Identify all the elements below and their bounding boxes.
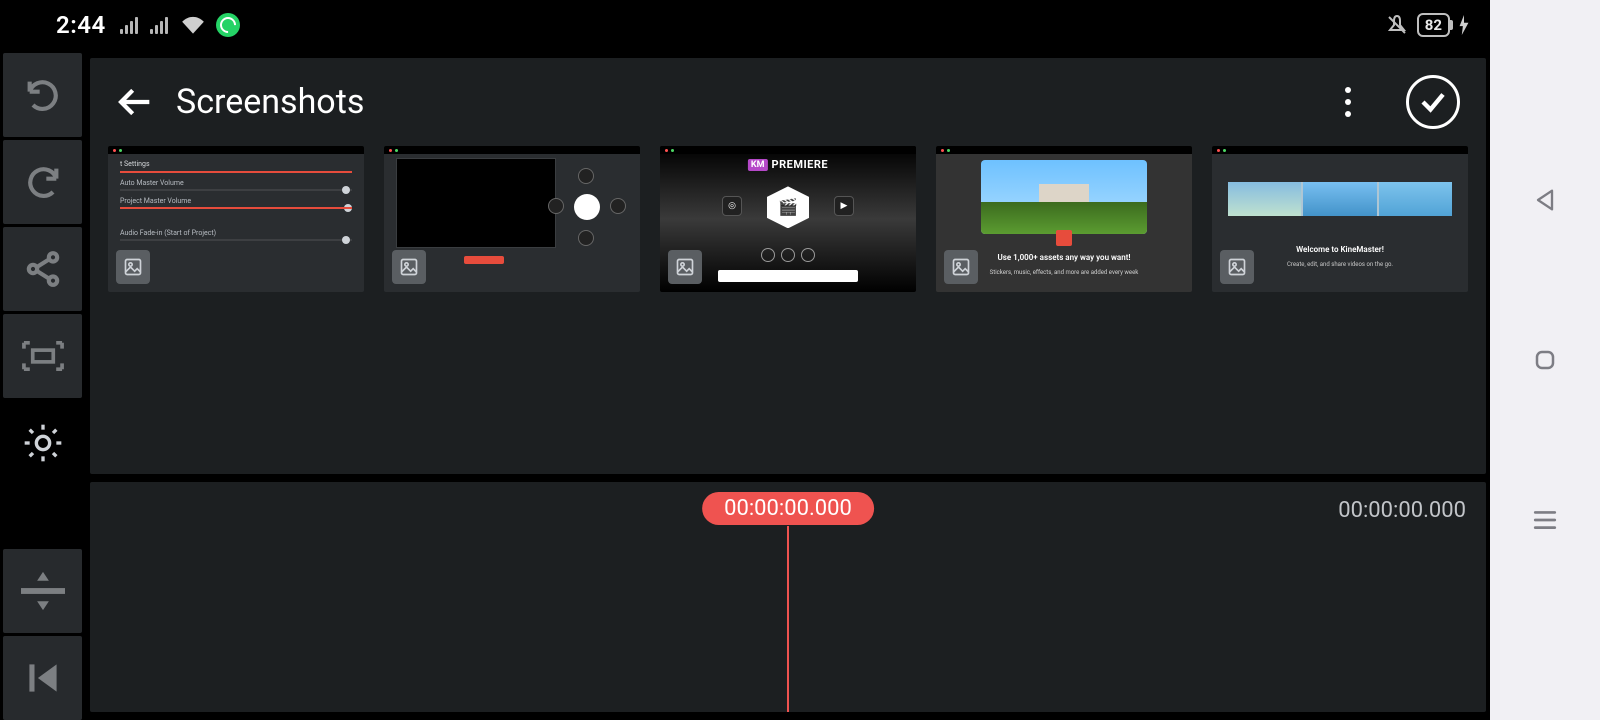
image-type-icon	[392, 250, 426, 284]
timeline[interactable]: 00:00:00.000 00:00:00.000	[90, 482, 1486, 712]
browser-header: Screenshots	[90, 58, 1486, 146]
playhead-line	[787, 526, 789, 712]
app-screen: 2:44 82	[0, 0, 1490, 720]
image-type-icon	[944, 250, 978, 284]
left-toolbar	[0, 50, 82, 720]
capture-button[interactable]	[3, 314, 82, 398]
total-duration: 00:00:00.000	[1338, 498, 1466, 523]
media-thumbnail[interactable]	[384, 146, 640, 292]
nav-home-button[interactable]	[1525, 340, 1565, 380]
settings-button[interactable]	[3, 401, 82, 485]
thumbnail-row: t Settings Auto Master Volume Project Ma…	[90, 146, 1486, 292]
media-thumbnail[interactable]: Use 1,000+ assets any way you want! Stic…	[936, 146, 1192, 292]
image-type-icon	[668, 250, 702, 284]
charging-icon	[1458, 15, 1470, 35]
battery-level: 82	[1425, 16, 1442, 34]
jump-start-button[interactable]	[3, 636, 82, 720]
signal-icon-1	[120, 16, 140, 34]
editor-app: Screenshots t Settings	[0, 50, 1490, 720]
media-thumbnail[interactable]: t Settings Auto Master Volume Project Ma…	[108, 146, 364, 292]
media-browser: Screenshots t Settings	[90, 58, 1486, 474]
nav-recents-button[interactable]	[1525, 500, 1565, 540]
more-options-button[interactable]	[1328, 82, 1368, 122]
media-thumbnail[interactable]: Welcome to KineMaster! Create, edit, and…	[1212, 146, 1468, 292]
media-thumbnail[interactable]: KMPREMIERE 🎬 ◎ ▶	[660, 146, 916, 292]
status-left: 2:44	[20, 11, 240, 39]
status-bar: 2:44 82	[0, 0, 1490, 50]
browser-title: Screenshots	[176, 82, 364, 122]
status-right: 82	[1385, 13, 1470, 37]
share-button[interactable]	[3, 227, 82, 311]
undo-button[interactable]	[3, 53, 82, 137]
back-button[interactable]	[116, 82, 156, 122]
mute-icon	[1385, 13, 1409, 37]
wifi-icon	[180, 15, 206, 35]
clock: 2:44	[56, 11, 106, 39]
main-area: Screenshots t Settings	[82, 50, 1490, 720]
track-align-button[interactable]	[3, 549, 82, 633]
whatsapp-icon	[216, 13, 240, 37]
image-type-icon	[116, 250, 150, 284]
nav-back-button[interactable]	[1525, 180, 1565, 220]
redo-button[interactable]	[3, 140, 82, 224]
signal-icon-2	[150, 16, 170, 34]
system-nav-bar	[1490, 0, 1600, 720]
playhead-time: 00:00:00.000	[702, 492, 874, 525]
battery-icon: 82	[1417, 13, 1450, 37]
confirm-button[interactable]	[1406, 75, 1460, 129]
image-type-icon	[1220, 250, 1254, 284]
